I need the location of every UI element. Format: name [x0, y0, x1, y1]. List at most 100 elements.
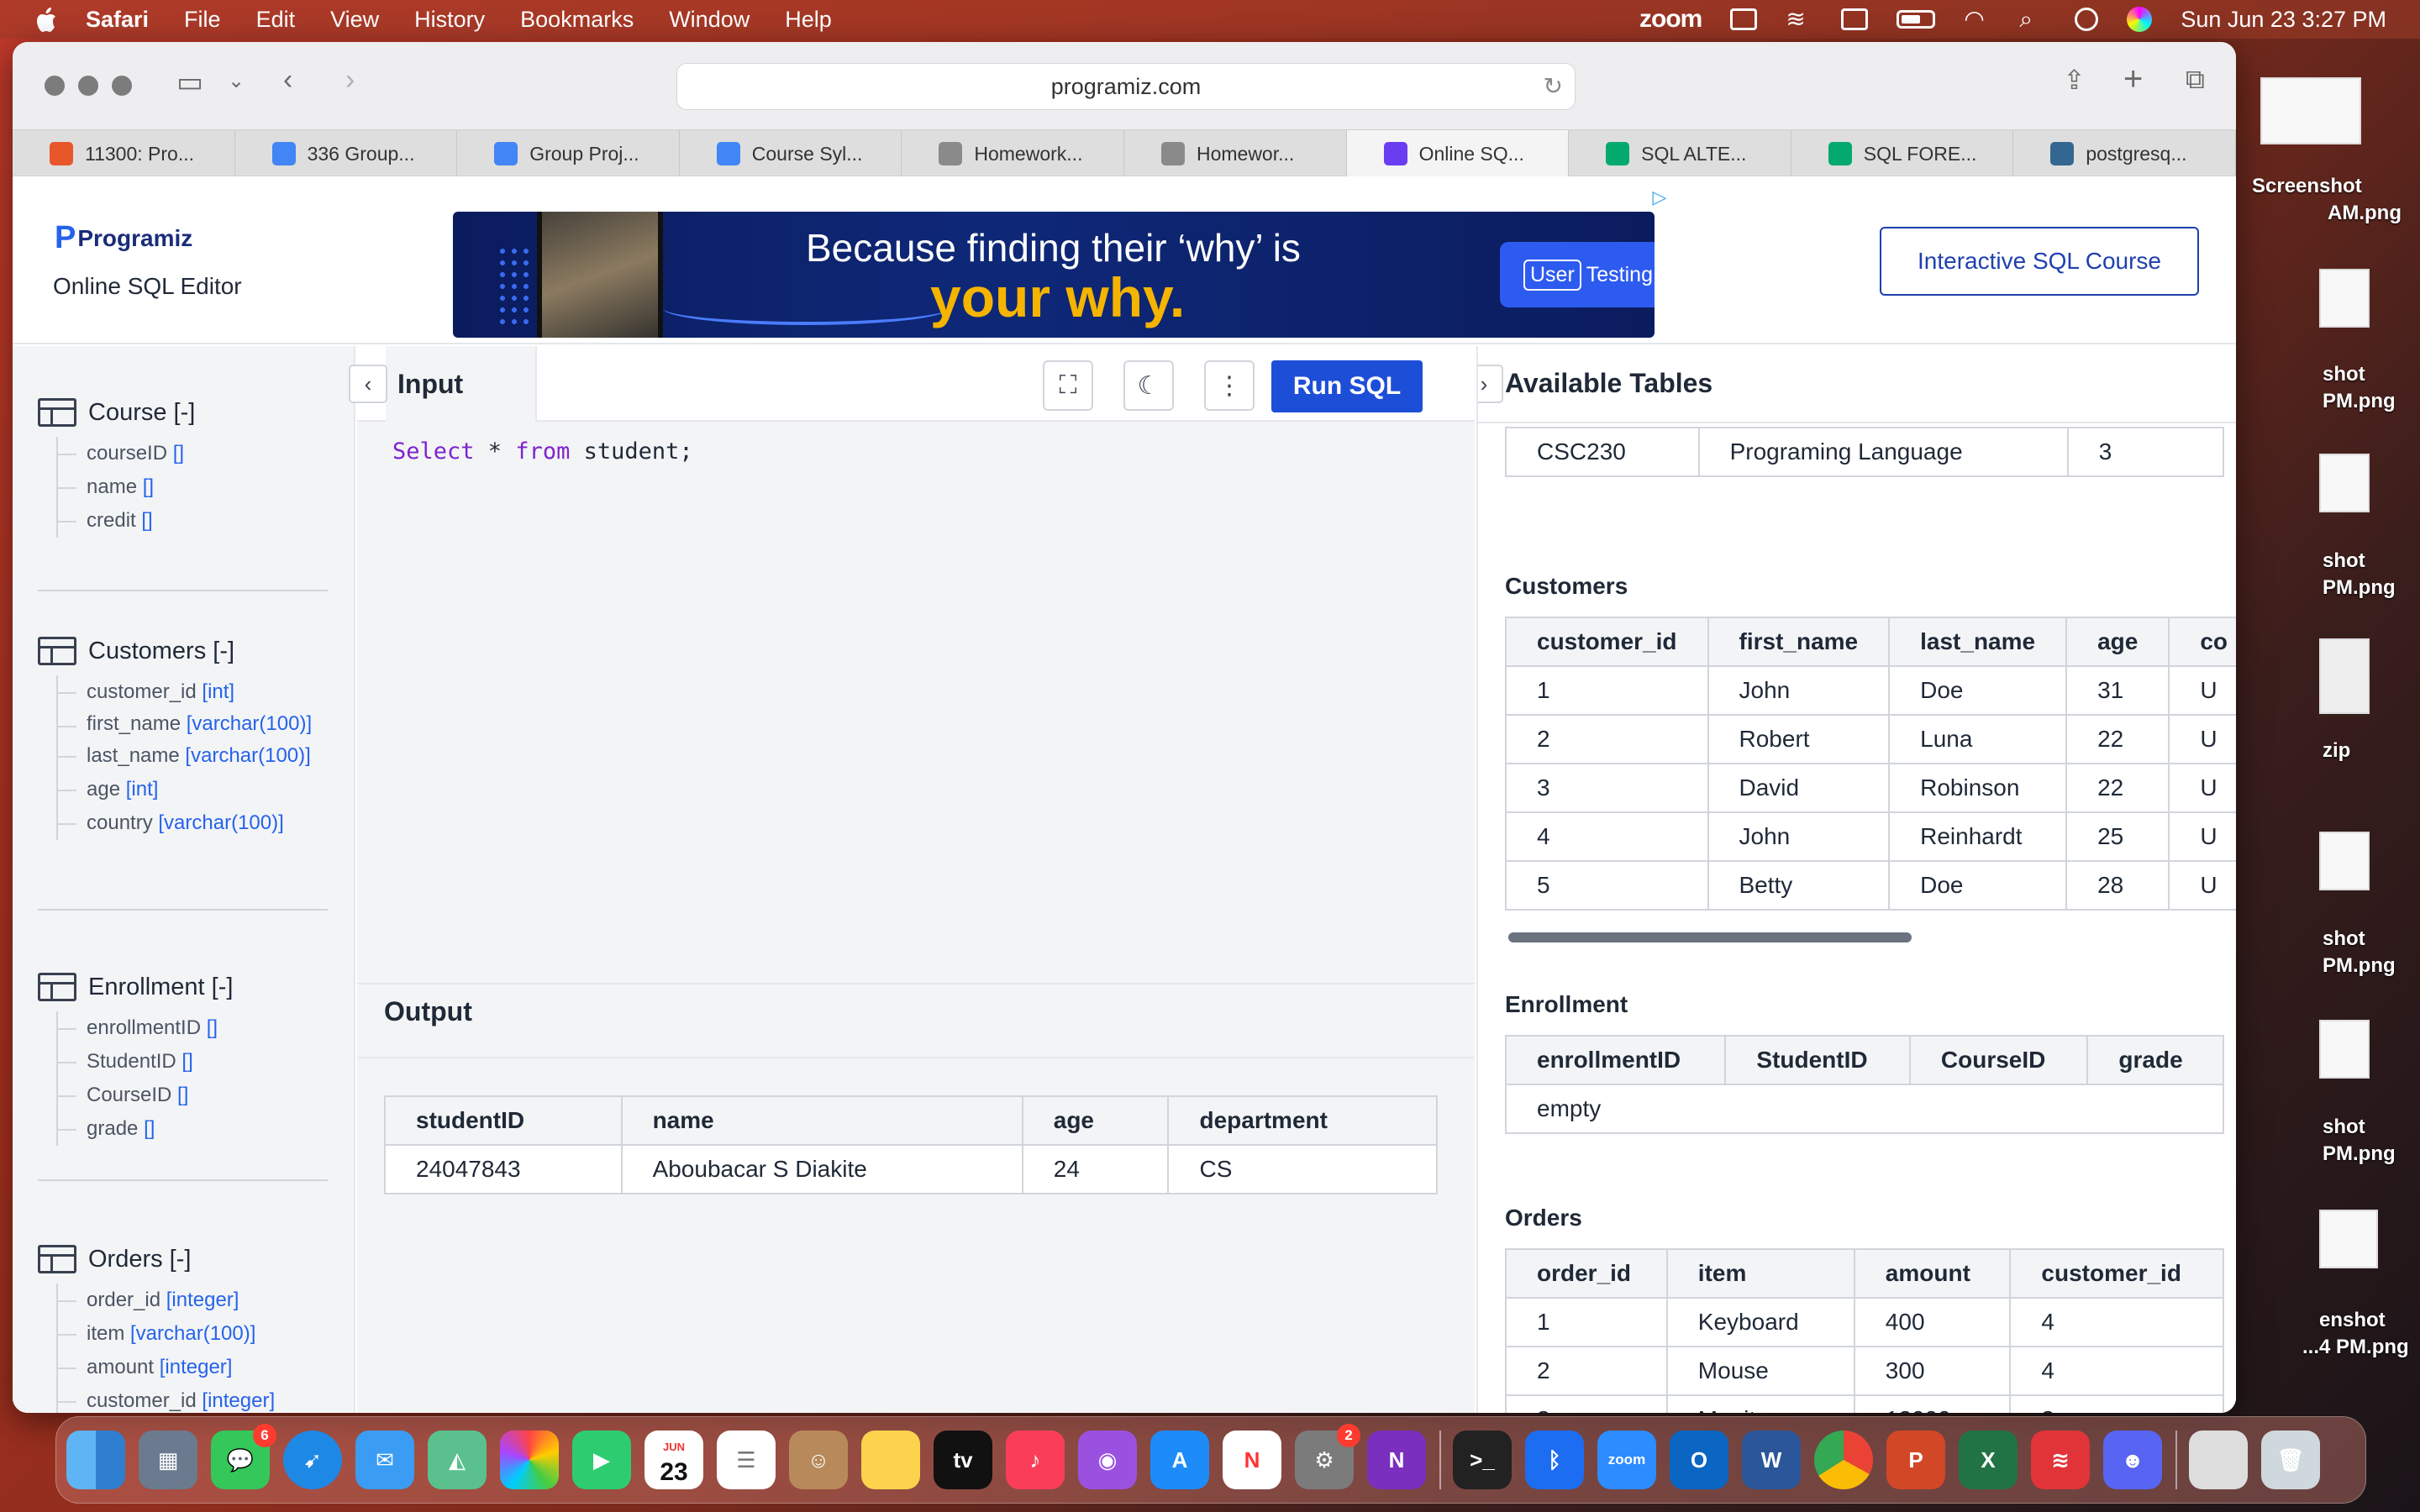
collapse-tables-button[interactable]: ›: [1478, 365, 1503, 403]
zoom-app-icon[interactable]: zoom: [1597, 1431, 1656, 1489]
close-window-button[interactable]: [45, 76, 65, 96]
discord-icon[interactable]: ☻: [2103, 1431, 2162, 1489]
screenshot-thumbnail[interactable]: [2319, 269, 2370, 328]
podcasts-icon[interactable]: ◉: [1078, 1431, 1137, 1489]
schema-table-title[interactable]: Customers [-]: [38, 632, 340, 670]
outlook-icon[interactable]: O: [1670, 1431, 1728, 1489]
desktop-file-label[interactable]: AM.png: [2328, 202, 2402, 225]
app-store-icon[interactable]: A: [1150, 1431, 1209, 1489]
music-icon[interactable]: ♪: [1006, 1431, 1065, 1489]
spotlight-search-icon[interactable]: ⌕: [2019, 8, 2046, 31]
browser-tab[interactable]: Group Proj...: [457, 130, 680, 177]
browser-tab[interactable]: Course Syl...: [680, 130, 902, 177]
battery-icon[interactable]: [1897, 10, 1936, 29]
menu-bookmarks[interactable]: Bookmarks: [520, 7, 634, 33]
trash-icon[interactable]: 🗑: [2261, 1431, 2320, 1489]
word-icon[interactable]: W: [1742, 1431, 1801, 1489]
system-settings-icon[interactable]: ⚙ 2: [1295, 1424, 1360, 1489]
new-tab-icon[interactable]: +: [2123, 60, 2143, 98]
screenshot-thumbnail[interactable]: [2319, 1020, 2370, 1079]
screenshot-thumbnail[interactable]: [2319, 1210, 2378, 1268]
creative-cloud-icon[interactable]: ≋: [1786, 8, 1812, 31]
onenote-icon[interactable]: N: [1367, 1431, 1426, 1489]
zip-file-icon[interactable]: [2319, 638, 2370, 714]
messages-icon[interactable]: 💬 6: [211, 1424, 276, 1489]
desktop-file-label[interactable]: enshot: [2319, 1309, 2386, 1332]
forward-icon[interactable]: ›: [345, 64, 355, 97]
menu-edit[interactable]: Edit: [256, 7, 296, 33]
chrome-icon[interactable]: [1814, 1431, 1873, 1489]
desktop-file-label[interactable]: shot: [2323, 363, 2365, 386]
desktop-file-label[interactable]: PM.png: [2323, 1142, 2396, 1166]
notes-icon[interactable]: [861, 1431, 920, 1489]
siri-icon[interactable]: [2127, 7, 2153, 32]
menubar-clock[interactable]: Sun Jun 23 3:27 PM: [2181, 7, 2386, 33]
browser-tab[interactable]: SQL FORE...: [1791, 130, 2014, 177]
adchoices-icon[interactable]: ▷: [1644, 186, 1675, 212]
screenshot-thumbnail[interactable]: [2319, 832, 2370, 890]
address-bar[interactable]: programiz.com ↻: [676, 63, 1576, 110]
desktop-file-label[interactable]: PM.png: [2323, 576, 2396, 600]
powerpoint-icon[interactable]: P: [1886, 1431, 1945, 1489]
run-sql-button[interactable]: Run SQL: [1271, 360, 1423, 412]
news-icon[interactable]: N: [1223, 1431, 1281, 1489]
control-center-icon[interactable]: [2075, 8, 2099, 31]
calendar-icon[interactable]: JUN 23: [644, 1431, 703, 1489]
downloads-stack-icon[interactable]: [2189, 1431, 2248, 1489]
browser-tab[interactable]: Homework...: [902, 130, 1124, 177]
desktop-file-label[interactable]: zip: [2323, 739, 2350, 763]
menu-help[interactable]: Help: [785, 7, 832, 33]
reminders-icon[interactable]: ☰: [717, 1431, 776, 1489]
menu-history[interactable]: History: [414, 7, 485, 33]
desktop-file-label[interactable]: shot: [2323, 927, 2365, 951]
desktop-file-label[interactable]: shot: [2323, 1116, 2365, 1139]
bluetooth-icon[interactable]: ᛒ: [1525, 1431, 1584, 1489]
desktop-file-label[interactable]: PM.png: [2323, 954, 2396, 978]
menu-view[interactable]: View: [330, 7, 379, 33]
screenshot-thumbnail[interactable]: [2260, 77, 2361, 144]
minimize-window-button[interactable]: [78, 76, 98, 96]
creative-cloud-app-icon[interactable]: ≋: [2031, 1431, 2090, 1489]
contacts-icon[interactable]: ☺: [789, 1431, 848, 1489]
browser-tab[interactable]: 336 Group...: [235, 130, 458, 177]
schema-table-title[interactable]: Course [-]: [38, 393, 340, 432]
safari-icon[interactable]: ➹: [283, 1431, 342, 1489]
facetime-icon[interactable]: ▶: [572, 1431, 631, 1489]
back-icon[interactable]: ‹: [283, 64, 292, 97]
apple-icon[interactable]: [34, 7, 57, 32]
desktop-file-label[interactable]: shot: [2323, 549, 2365, 573]
display-icon[interactable]: [1841, 8, 1869, 30]
browser-tab[interactable]: SQL ALTE...: [1569, 130, 1791, 177]
finder-icon[interactable]: [66, 1431, 125, 1489]
desktop-file-label[interactable]: PM.png: [2323, 390, 2396, 413]
grammarly-menu-icon[interactable]: [1730, 8, 1758, 30]
interactive-sql-course-button[interactable]: Interactive SQL Course: [1880, 227, 2199, 296]
schema-table-title[interactable]: Enrollment [-]: [38, 968, 340, 1006]
excel-icon[interactable]: X: [1959, 1431, 2018, 1489]
input-tab[interactable]: Input: [386, 346, 537, 422]
reload-icon[interactable]: ↻: [1544, 72, 1563, 100]
zoom-status-item[interactable]: zoom: [1639, 5, 1702, 34]
mail-icon[interactable]: ✉: [355, 1431, 414, 1489]
browser-tab[interactable]: Online SQ...: [1346, 130, 1570, 177]
schema-table-title[interactable]: Orders [-]: [38, 1240, 340, 1278]
apple-tv-icon[interactable]: tv: [934, 1431, 992, 1489]
chevron-down-icon[interactable]: ⌄: [228, 69, 245, 93]
browser-tab[interactable]: postgresq...: [2013, 130, 2236, 177]
tab-overview-icon[interactable]: ⧉: [2186, 64, 2205, 96]
desktop-file-label[interactable]: ...4 PM.png: [2302, 1336, 2409, 1359]
menu-window[interactable]: Window: [669, 7, 750, 33]
sidebar-toggle-icon[interactable]: ▭: [176, 66, 203, 99]
horizontal-scrollbar[interactable]: [1508, 932, 1912, 942]
launchpad-icon[interactable]: ▦: [139, 1431, 197, 1489]
wifi-icon[interactable]: ◠: [1964, 8, 1991, 31]
terminal-icon[interactable]: >_: [1453, 1431, 1512, 1489]
dark-mode-button[interactable]: ☾: [1123, 360, 1174, 411]
photos-icon[interactable]: [500, 1431, 559, 1489]
zoom-window-button[interactable]: [112, 76, 132, 96]
programiz-logo[interactable]: P Programiz: [55, 220, 192, 256]
maps-icon[interactable]: ◭: [428, 1431, 487, 1489]
sql-code-editor[interactable]: Select * from student;: [392, 438, 693, 465]
share-icon[interactable]: ⇪: [2063, 64, 2086, 96]
collapse-sidebar-button[interactable]: ‹: [349, 365, 387, 403]
